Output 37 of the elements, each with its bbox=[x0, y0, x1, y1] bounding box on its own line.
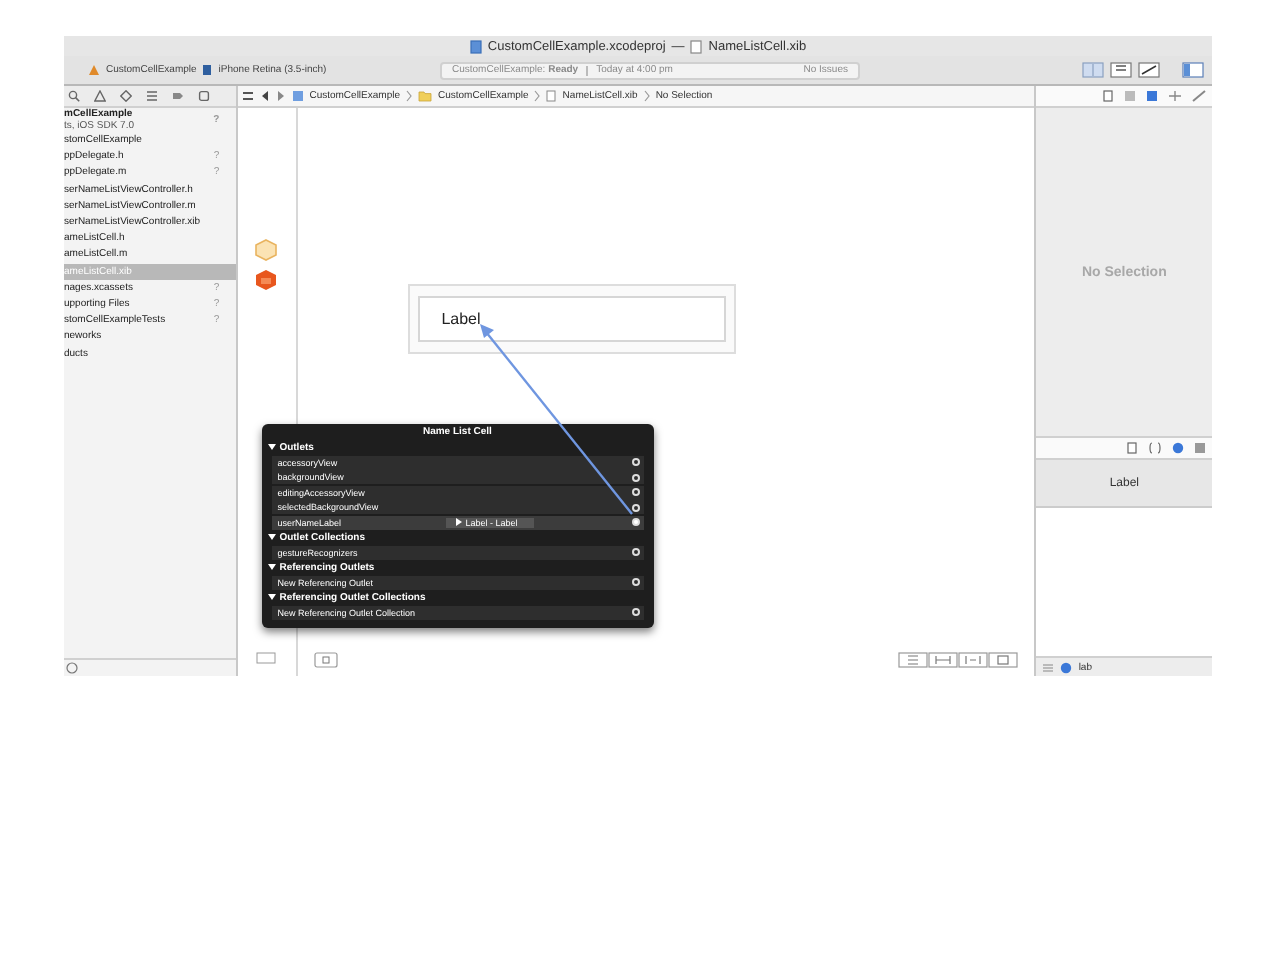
assistant-editor-icon[interactable] bbox=[1110, 62, 1132, 78]
disclosure-icon bbox=[455, 518, 462, 526]
chevron-icon bbox=[534, 90, 541, 102]
chevron-icon bbox=[643, 90, 650, 102]
warning-icon[interactable] bbox=[94, 90, 106, 102]
pin-icon[interactable] bbox=[928, 652, 959, 668]
cell-label[interactable]: Label bbox=[417, 296, 726, 342]
connection-circle[interactable] bbox=[631, 503, 640, 511]
connection-circle[interactable] bbox=[631, 458, 640, 466]
document-icon bbox=[690, 39, 703, 53]
file-icon[interactable] bbox=[1126, 442, 1138, 454]
forward-arrow-icon[interactable] bbox=[275, 90, 286, 102]
back-arrow-icon[interactable] bbox=[259, 90, 270, 102]
folder-icon bbox=[418, 90, 432, 102]
square-icon[interactable] bbox=[198, 90, 210, 102]
connection-circle[interactable] bbox=[631, 518, 640, 526]
outline-toggle-icon[interactable] bbox=[313, 652, 338, 668]
sidebar-toggle-icon[interactable] bbox=[1182, 62, 1204, 78]
document-icon bbox=[469, 39, 482, 53]
connection-circle[interactable] bbox=[631, 488, 640, 496]
cube-icon[interactable] bbox=[254, 268, 279, 292]
search-icon[interactable] bbox=[68, 90, 80, 102]
connection-circle[interactable] bbox=[631, 548, 640, 556]
table-view-cell[interactable]: Label bbox=[407, 284, 736, 354]
diamond-icon[interactable] bbox=[120, 90, 132, 102]
connection-circle[interactable] bbox=[631, 473, 640, 481]
object-icon[interactable] bbox=[1172, 442, 1184, 454]
object-icon bbox=[1060, 661, 1073, 673]
connection-circle[interactable] bbox=[631, 578, 640, 586]
resolve-icon[interactable] bbox=[958, 652, 989, 668]
resize-icon[interactable] bbox=[988, 652, 1019, 668]
tag-icon[interactable] bbox=[172, 90, 184, 102]
code-braces-icon[interactable] bbox=[1148, 442, 1162, 454]
connection-circle[interactable] bbox=[631, 608, 640, 616]
chevron-icon bbox=[406, 90, 412, 102]
file-icon[interactable] bbox=[1102, 90, 1114, 102]
list-icon[interactable] bbox=[146, 90, 158, 102]
